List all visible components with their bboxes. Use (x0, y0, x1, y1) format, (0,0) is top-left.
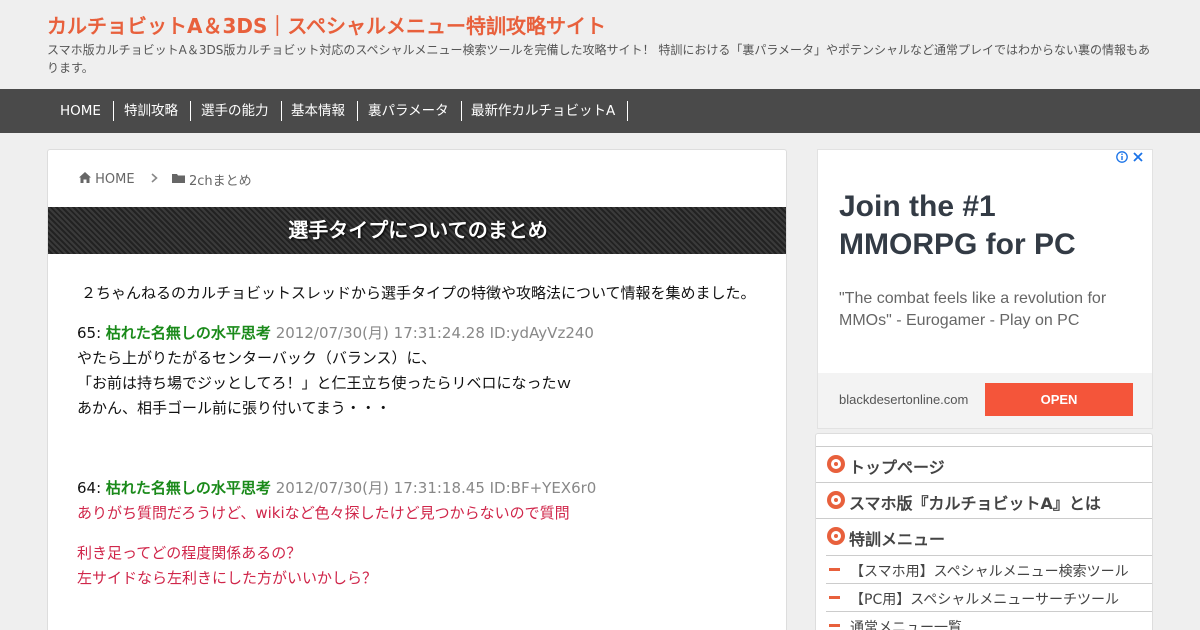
sidebar-subitem-normal-menu-list[interactable]: 通常メニュー一覧 (826, 611, 1152, 630)
sidebar-subitem-label: 通常メニュー一覧 (850, 620, 962, 630)
sidebar-subitem-label: 【PC用】スペシャルメニューサーチツール (850, 592, 1119, 608)
close-icon[interactable] (1132, 152, 1144, 167)
sidebar-item-label: スマホ版『カルチョビットA』とは (849, 494, 1101, 513)
article-card: HOME 2chまとめ 選手タイプについてのまとめ ２ちゃんねるのカルチョビット… (47, 149, 787, 630)
site-title[interactable]: カルチョビットA＆3DS｜スペシャルメニュー特訓攻略サイト (47, 10, 606, 39)
ad-domain: blackdesertonline.com (839, 392, 969, 407)
post-line: 「お前は持ち場でジッとしてろ！」と仁王立ち使ったらリベロになったｗ (77, 374, 572, 392)
home-icon (79, 172, 95, 187)
sidebar-subitem-smartphone-search-tool[interactable]: 【スマホ用】スペシャルメニュー検索ツール (826, 555, 1152, 583)
sidebar-item-label: 特訓メニュー (849, 530, 946, 549)
info-icon[interactable] (1116, 151, 1132, 167)
sidebar-subitem-pc-search-tool[interactable]: 【PC用】スペシャルメニューサーチツール (826, 583, 1152, 611)
article-intro: ２ちゃんねるのカルチョビットスレッドから選手タイプの特徴や攻略法について情報を集… (81, 284, 756, 302)
ad-body: "The combat feels like a revolution for … (839, 290, 1107, 329)
post-line: やたら上がりたがるセンターバック（バランス）に、 (77, 349, 437, 367)
nav-item-player-abilities[interactable]: 選手の能力 (201, 101, 282, 121)
dash-icon (829, 568, 840, 571)
nav-item-home[interactable]: HOME (60, 101, 114, 121)
nav-item-basic-info[interactable]: 基本情報 (291, 101, 358, 121)
soccer-ball-icon (827, 455, 845, 473)
sidebar-menu: トップページ スマホ版『カルチョビットA』とは 特訓メニュー 【スマホ用】スペシ… (815, 433, 1153, 630)
breadcrumb-category[interactable]: 2chまとめ (189, 174, 252, 189)
article-title-bar: 選手タイプについてのまとめ (48, 207, 786, 254)
breadcrumb-home[interactable]: HOME (95, 172, 134, 187)
ad-headline[interactable]: Join the #1 MMORPG for PC (839, 188, 1139, 264)
sidebar-subitem-label: 【スマホ用】スペシャルメニュー検索ツール (850, 564, 1129, 580)
post-number: 64: (77, 479, 102, 497)
dash-icon (829, 596, 840, 599)
ad-open-button[interactable]: OPEN (985, 383, 1133, 416)
article-title: 選手タイプについてのまとめ (288, 218, 548, 242)
site-description: スマホ版カルチョビットA＆3DS版カルチョビット対応のスペシャルメニュー検索ツー… (47, 43, 1150, 75)
nav-item-training[interactable]: 特訓攻略 (124, 101, 191, 121)
post-line: あかん、相手ゴール前に張り付いてまう・・・ (77, 399, 391, 417)
dash-icon (829, 624, 840, 627)
ad-banner[interactable]: Join the #1 MMORPG for PC "The combat fe… (817, 149, 1153, 429)
post-number: 65: (77, 324, 102, 342)
poster-name: 枯れた名無しの水平思考 (105, 324, 271, 342)
sidebar-item-label: トップページ (849, 458, 945, 477)
post-line: ありがち質問だろうけど、wikiなど色々探したけど見つからないので質問 (77, 504, 570, 522)
sidebar-item-training-menu[interactable]: 特訓メニュー (816, 518, 1152, 554)
soccer-ball-icon (827, 491, 845, 509)
post-header: 65: 枯れた名無しの水平思考 2012/07/30(月) 17:31:24.2… (77, 322, 594, 343)
site-header: カルチョビットA＆3DS｜スペシャルメニュー特訓攻略サイト スマホ版カルチョビッ… (0, 0, 1200, 89)
post-header: 64: 枯れた名無しの水平思考 2012/07/30(月) 17:31:18.4… (77, 477, 596, 498)
sidebar-item-top-page[interactable]: トップページ (816, 446, 1152, 482)
poster-name: 枯れた名無しの水平思考 (105, 479, 271, 497)
ad-choices[interactable] (1116, 151, 1144, 167)
post-meta: 2012/07/30(月) 17:31:24.28 ID:ydAyVz240 (275, 324, 594, 342)
ad-creative[interactable]: Join the #1 MMORPG for PC "The combat fe… (818, 150, 1152, 373)
nav-item-latest-calciobit[interactable]: 最新作カルチョビットA (471, 101, 629, 121)
post-meta: 2012/07/30(月) 17:31:18.45 ID:BF+YEX6r0 (275, 479, 597, 497)
folder-icon (171, 172, 189, 187)
main-nav: HOME 特訓攻略 選手の能力 基本情報 裏パラメータ 最新作カルチョビットA (0, 89, 1200, 133)
post-line: 左サイドなら左利きにした方がいいかしら？ (77, 569, 378, 587)
sidebar-item-about-smartphone[interactable]: スマホ版『カルチョビットA』とは (816, 482, 1152, 518)
post-line: 利き足ってどの程度関係あるの？ (77, 544, 302, 562)
chevron-right-icon (151, 172, 162, 187)
breadcrumb: HOME 2chまとめ (79, 170, 252, 189)
nav-item-hidden-params[interactable]: 裏パラメータ (368, 101, 462, 121)
soccer-ball-icon (827, 527, 845, 545)
